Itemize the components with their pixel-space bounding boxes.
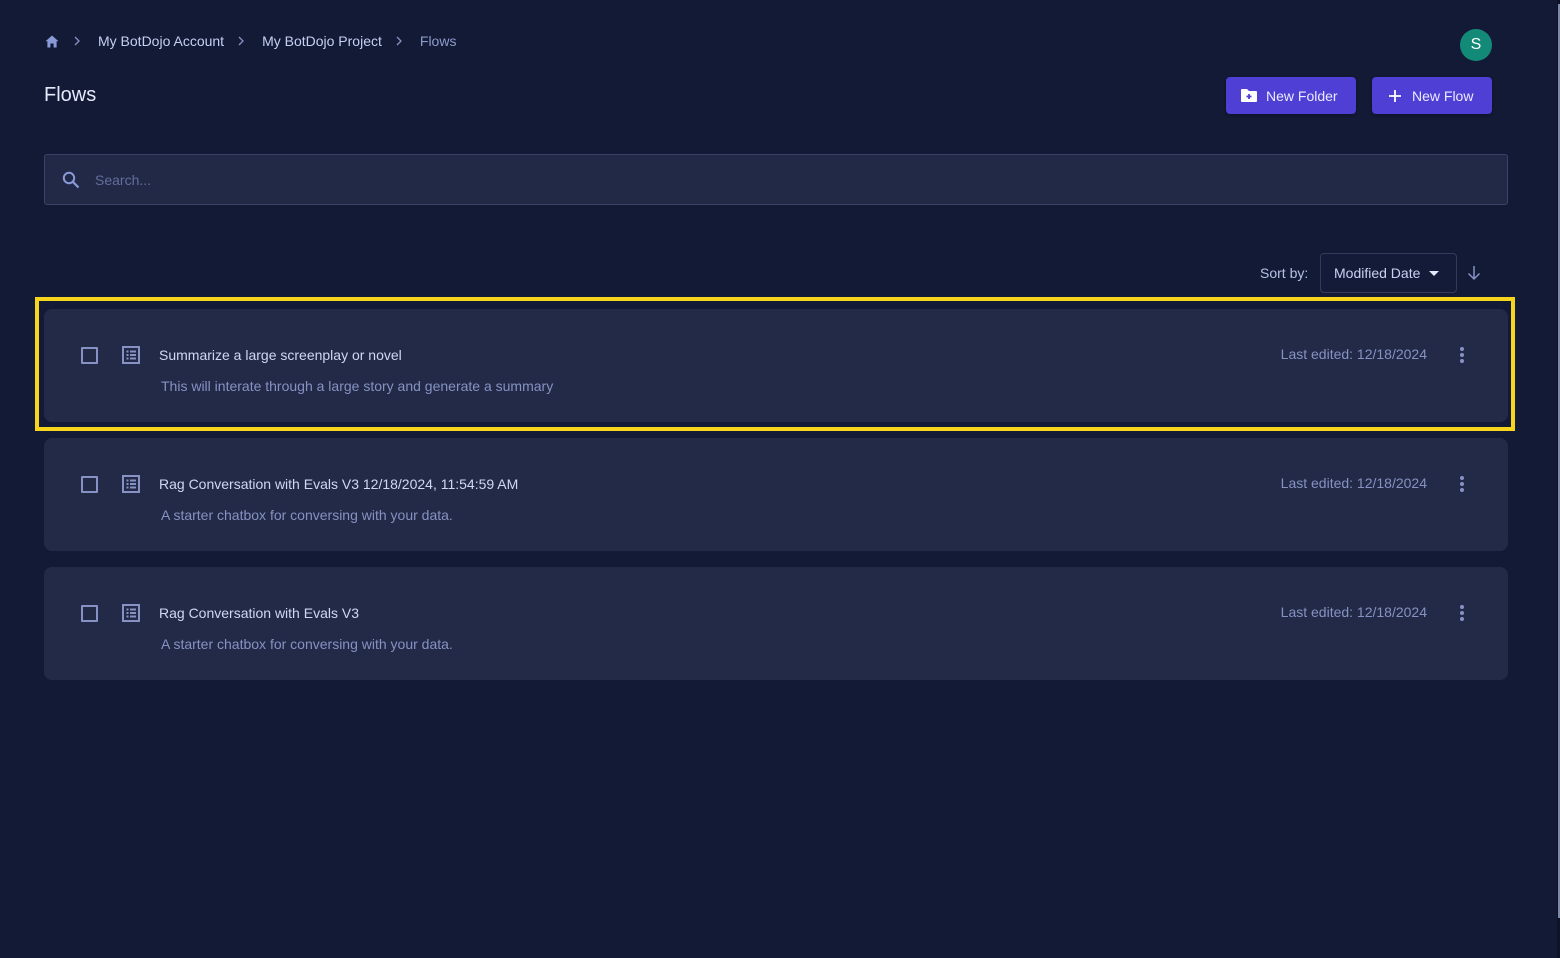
flow-title[interactable]: Summarize a large screenplay or novel	[159, 347, 402, 363]
last-edited: Last edited: 12/18/2024	[1280, 475, 1427, 491]
select-checkbox[interactable]	[81, 605, 98, 622]
chevron-right-icon	[237, 35, 249, 47]
flow-title[interactable]: Rag Conversation with Evals V3 12/18/202…	[159, 476, 518, 492]
search-icon	[61, 170, 81, 190]
new-folder-label: New Folder	[1266, 87, 1338, 104]
chevron-right-icon	[395, 35, 407, 47]
new-folder-button[interactable]: New Folder	[1226, 77, 1356, 114]
breadcrumb-project[interactable]: My BotDojo Project	[262, 33, 382, 49]
breadcrumb: My BotDojo Account My BotDojo Project Fl…	[44, 31, 456, 51]
flow-title[interactable]: Rag Conversation with Evals V3	[159, 605, 359, 621]
chevron-right-icon	[73, 35, 85, 47]
list-icon	[122, 346, 140, 364]
flow-description: A starter chatbox for conversing with yo…	[161, 636, 453, 652]
folder-plus-icon	[1240, 87, 1258, 105]
new-flow-button[interactable]: New Flow	[1372, 77, 1492, 114]
search-input[interactable]	[95, 155, 1507, 204]
home-icon[interactable]	[44, 33, 60, 49]
more-vertical-icon[interactable]	[1454, 474, 1470, 494]
sort-select[interactable]: Modified Date	[1320, 253, 1457, 293]
more-vertical-icon[interactable]	[1454, 345, 1470, 365]
breadcrumb-current: Flows	[419, 33, 457, 49]
select-checkbox[interactable]	[81, 476, 98, 493]
flows-page: My BotDojo Account My BotDojo Project Fl…	[0, 0, 1560, 958]
page-title: Flows	[44, 84, 97, 106]
breadcrumb-account[interactable]: My BotDojo Account	[98, 33, 224, 49]
caret-down-icon	[1429, 270, 1440, 276]
arrow-down-icon[interactable]	[1466, 264, 1482, 282]
new-flow-label: New Flow	[1412, 87, 1474, 104]
flow-card[interactable]: Summarize a large screenplay or novel Th…	[44, 309, 1508, 422]
flow-description: A starter chatbox for conversing with yo…	[161, 507, 453, 523]
user-avatar[interactable]: S	[1460, 29, 1492, 61]
sort-label: Sort by:	[1260, 265, 1309, 281]
flow-card[interactable]: Rag Conversation with Evals V3 A starter…	[44, 567, 1508, 680]
last-edited: Last edited: 12/18/2024	[1280, 604, 1427, 620]
last-edited: Last edited: 12/18/2024	[1280, 346, 1427, 362]
flow-card[interactable]: Rag Conversation with Evals V3 12/18/202…	[44, 438, 1508, 551]
list-icon	[122, 604, 140, 622]
search-box	[44, 154, 1508, 205]
sort-selected-value: Modified Date	[1334, 265, 1421, 281]
more-vertical-icon[interactable]	[1454, 603, 1470, 623]
list-icon	[122, 475, 140, 493]
select-checkbox[interactable]	[81, 347, 98, 364]
plus-icon	[1386, 87, 1404, 105]
flow-description: This will interate through a large story…	[161, 378, 554, 394]
